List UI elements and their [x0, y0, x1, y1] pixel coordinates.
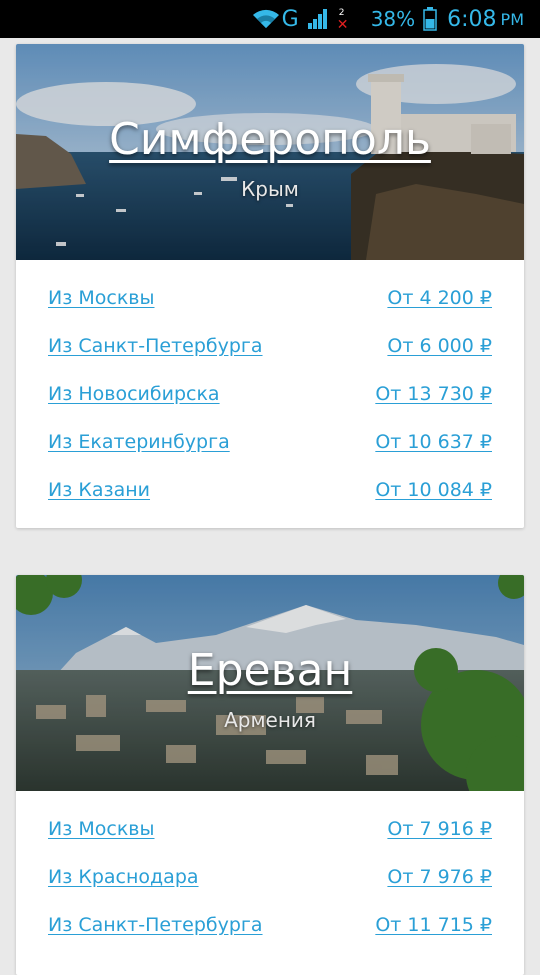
battery-icon [423, 7, 437, 31]
route-price-link[interactable]: От 7 976 ₽ [387, 866, 492, 888]
destination-city-link[interactable]: Ереван [188, 645, 352, 696]
route-price-link[interactable]: От 6 000 ₽ [387, 335, 492, 357]
destination-card: Ереван Армения Из Москвы От 7 916 ₽ Из К… [16, 575, 524, 975]
route-row: Из Москвы От 4 200 ₽ [48, 274, 492, 322]
signal-bars-icon [307, 7, 329, 31]
route-row: Из Новосибирска От 13 730 ₽ [48, 370, 492, 418]
route-price-link[interactable]: От 11 715 ₽ [375, 914, 492, 936]
network-type: G [281, 6, 299, 32]
destination-city-link[interactable]: Симферополь [109, 114, 431, 165]
route-price-link[interactable]: От 7 916 ₽ [387, 818, 492, 840]
route-origin-link[interactable]: Из Екатеринбурга [48, 431, 230, 453]
route-origin-link[interactable]: Из Москвы [48, 818, 155, 840]
destination-card: Симферополь Крым Из Москвы От 4 200 ₽ Из… [16, 44, 524, 528]
destination-hero[interactable]: Симферополь Крым [16, 44, 524, 260]
route-origin-link[interactable]: Из Санкт-Петербурга [48, 914, 263, 936]
destination-region: Крым [241, 176, 299, 201]
route-price-link[interactable]: От 10 084 ₽ [375, 479, 492, 501]
route-row: Из Санкт-Петербурга От 11 715 ₽ [48, 901, 492, 949]
battery-percent: 38% [370, 7, 416, 31]
route-row: Из Краснодара От 7 976 ₽ [48, 853, 492, 901]
sim-no-signal-icon: 2 ✕ [336, 8, 349, 33]
route-origin-link[interactable]: Из Новосибирска [48, 383, 220, 405]
routes-list: Из Москвы От 4 200 ₽ Из Санкт-Петербурга… [16, 260, 524, 514]
routes-list: Из Москвы От 7 916 ₽ Из Краснодара От 7 … [16, 791, 524, 949]
destination-hero[interactable]: Ереван Армения [16, 575, 524, 791]
destination-region: Армения [224, 707, 316, 732]
clock-time: 6:08 [447, 6, 497, 32]
route-row: Из Санкт-Петербурга От 6 000 ₽ [48, 322, 492, 370]
route-price-link[interactable]: От 4 200 ₽ [387, 287, 492, 309]
route-origin-link[interactable]: Из Краснодара [48, 866, 199, 888]
route-row: Из Казани От 10 084 ₽ [48, 466, 492, 514]
status-bar: G 2 ✕ 38% 6:08 PM [0, 0, 540, 38]
route-price-link[interactable]: От 13 730 ₽ [375, 383, 492, 405]
wifi-icon [252, 8, 280, 30]
route-row: Из Москвы От 7 916 ₽ [48, 805, 492, 853]
route-origin-link[interactable]: Из Казани [48, 479, 150, 501]
route-row: Из Екатеринбурга От 10 637 ₽ [48, 418, 492, 466]
route-origin-link[interactable]: Из Санкт-Петербурга [48, 335, 263, 357]
clock-ampm: PM [500, 9, 524, 29]
route-origin-link[interactable]: Из Москвы [48, 287, 155, 309]
route-price-link[interactable]: От 10 637 ₽ [375, 431, 492, 453]
